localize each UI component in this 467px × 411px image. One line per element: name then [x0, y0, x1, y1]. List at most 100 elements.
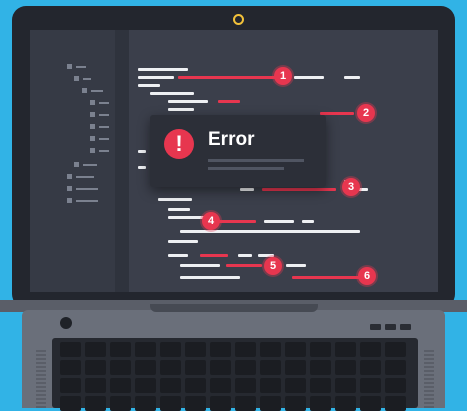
keyboard-key[interactable]	[210, 396, 231, 411]
keyboard-key[interactable]	[385, 378, 406, 393]
keyboard-key[interactable]	[60, 396, 81, 411]
code-line	[138, 84, 160, 87]
keyboard-key[interactable]	[85, 378, 106, 393]
keyboard-key[interactable]	[260, 342, 281, 357]
error-marker-4[interactable]: 4	[202, 212, 220, 230]
error-alert-icon: !	[164, 129, 194, 159]
code-line	[168, 208, 190, 211]
tree-item[interactable]	[83, 164, 97, 166]
tree-item[interactable]	[99, 114, 109, 116]
keyboard-key[interactable]	[135, 342, 156, 357]
keyboard-key[interactable]	[185, 360, 206, 375]
keyboard-key[interactable]	[85, 396, 106, 411]
keyboard-key[interactable]	[310, 342, 331, 357]
error-underline	[178, 76, 276, 79]
error-marker-6[interactable]: 6	[358, 267, 376, 285]
error-message-line	[208, 167, 284, 170]
keyboard-key[interactable]	[285, 378, 306, 393]
keyboard-key[interactable]	[360, 396, 381, 411]
error-underline	[200, 254, 228, 257]
keyboard-key[interactable]	[110, 396, 131, 411]
keyboard-key[interactable]	[335, 360, 356, 375]
keyboard-key[interactable]	[60, 378, 81, 393]
file-icon	[90, 148, 95, 153]
error-underline	[218, 100, 240, 103]
keyboard-key[interactable]	[210, 360, 231, 375]
code-line	[158, 198, 192, 201]
keyboard-key[interactable]	[160, 360, 181, 375]
speaker-grill-left	[36, 348, 46, 408]
error-marker-1[interactable]: 1	[274, 67, 292, 85]
keyboard-key[interactable]	[185, 342, 206, 357]
keyboard-key[interactable]	[335, 342, 356, 357]
code-line	[286, 264, 306, 267]
keyboard-key[interactable]	[110, 378, 131, 393]
keyboard-key[interactable]	[185, 396, 206, 411]
tree-item[interactable]	[76, 176, 94, 178]
code-line	[168, 108, 194, 111]
tree-item[interactable]	[91, 90, 103, 92]
keyboard-key[interactable]	[285, 396, 306, 411]
code-line	[168, 254, 188, 257]
keyboard-key[interactable]	[335, 378, 356, 393]
keyboard-key[interactable]	[310, 360, 331, 375]
error-marker-5[interactable]: 5	[264, 257, 282, 275]
keyboard-key[interactable]	[385, 396, 406, 411]
error-marker-3[interactable]: 3	[342, 178, 360, 196]
keyboard-key[interactable]	[360, 342, 381, 357]
keyboard-key[interactable]	[60, 360, 81, 375]
keyboard-key[interactable]	[235, 396, 256, 411]
keyboard-key[interactable]	[110, 342, 131, 357]
keyboard-key[interactable]	[385, 360, 406, 375]
keyboard-key[interactable]	[235, 360, 256, 375]
code-line	[240, 188, 254, 191]
code-editor-screen: 1 2 3 4 5 6 ! Error	[30, 30, 438, 292]
keyboard-key[interactable]	[185, 378, 206, 393]
error-marker-2[interactable]: 2	[357, 104, 375, 122]
code-line	[264, 220, 294, 223]
keyboard-key[interactable]	[235, 342, 256, 357]
keyboard	[52, 338, 418, 411]
keyboard-key[interactable]	[360, 378, 381, 393]
keyboard-key[interactable]	[235, 378, 256, 393]
folder-icon	[67, 186, 72, 191]
keyboard-key[interactable]	[85, 342, 106, 357]
keyboard-key[interactable]	[260, 360, 281, 375]
keyboard-key[interactable]	[335, 396, 356, 411]
keyboard-key[interactable]	[85, 360, 106, 375]
keyboard-key[interactable]	[310, 378, 331, 393]
keyboard-key[interactable]	[360, 360, 381, 375]
tree-item[interactable]	[99, 150, 109, 152]
error-underline	[292, 276, 360, 279]
keyboard-key[interactable]	[310, 396, 331, 411]
folder-icon	[74, 162, 79, 167]
tree-item[interactable]	[76, 188, 98, 190]
keyboard-key[interactable]	[260, 378, 281, 393]
keyboard-key[interactable]	[385, 342, 406, 357]
tree-item[interactable]	[76, 66, 86, 68]
error-underline	[226, 264, 262, 267]
keyboard-key[interactable]	[60, 342, 81, 357]
keyboard-key[interactable]	[160, 378, 181, 393]
tree-item[interactable]	[83, 78, 91, 80]
keyboard-key[interactable]	[160, 342, 181, 357]
tree-item[interactable]	[99, 102, 109, 104]
keyboard-key[interactable]	[285, 342, 306, 357]
keyboard-key[interactable]	[210, 342, 231, 357]
folder-icon	[67, 174, 72, 179]
keyboard-key[interactable]	[135, 360, 156, 375]
status-light	[385, 324, 396, 330]
tree-item[interactable]	[99, 126, 109, 128]
keyboard-key[interactable]	[110, 360, 131, 375]
tree-item[interactable]	[76, 200, 98, 202]
keyboard-key[interactable]	[285, 360, 306, 375]
file-icon	[90, 112, 95, 117]
keyboard-key[interactable]	[135, 396, 156, 411]
keyboard-key[interactable]	[135, 378, 156, 393]
code-line	[302, 220, 314, 223]
power-button-icon[interactable]	[60, 317, 72, 329]
keyboard-key[interactable]	[210, 378, 231, 393]
keyboard-key[interactable]	[160, 396, 181, 411]
keyboard-key[interactable]	[260, 396, 281, 411]
tree-item[interactable]	[99, 138, 109, 140]
